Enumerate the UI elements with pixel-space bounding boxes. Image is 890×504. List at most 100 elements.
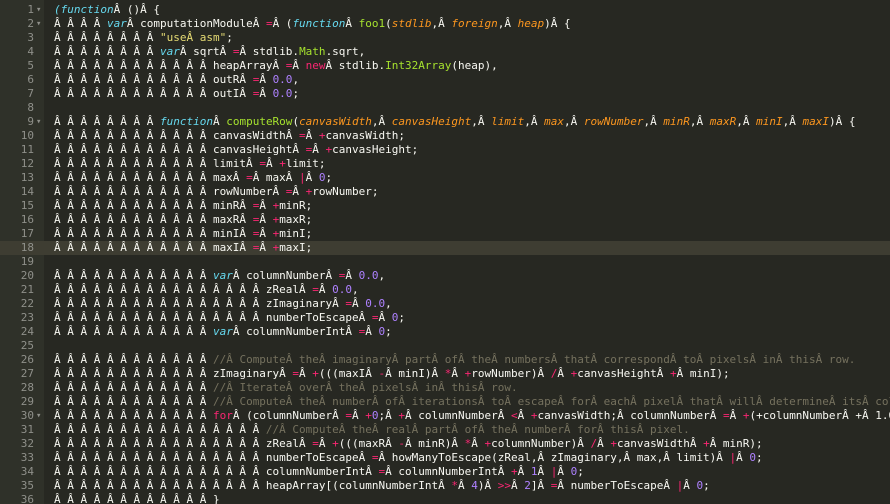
line-number: 8 (27, 101, 34, 114)
code-token: rowNumber; (312, 185, 379, 198)
code-token: var (159, 45, 180, 58)
line-code: Â Â Â Â Â Â Â Â Â Â Â Â } (54, 493, 220, 504)
code-line[interactable]: 25 (0, 339, 890, 353)
code-token: Â Â Â Â Â Â Â Â Â Â Â Â } (54, 493, 220, 504)
code-token: Â (597, 437, 611, 450)
code-token: (function (54, 3, 114, 16)
code-token: * (451, 479, 458, 492)
code-token: Â (305, 171, 319, 184)
code-line[interactable]: 22 Â Â Â Â Â Â Â Â Â Â Â Â Â Â Â Â zImagi… (0, 297, 890, 311)
code-token: = (265, 17, 273, 30)
code-line[interactable]: 19 (0, 255, 890, 269)
code-token: minR; (279, 199, 313, 212)
code-line[interactable]: 32 Â Â Â Â Â Â Â Â Â Â Â Â Â Â Â Â zRealÂ… (0, 437, 890, 451)
code-line[interactable]: 31 Â Â Â Â Â Â Â Â Â Â Â Â Â Â Â Â //Â Co… (0, 423, 890, 437)
code-token: Â (299, 367, 313, 380)
code-line[interactable]: 20 Â Â Â Â Â Â Â Â Â Â Â Â varÂ columnNum… (0, 269, 890, 283)
code-token: ,Â (689, 115, 710, 128)
code-token: Â Â Â Â Â Â Â Â (54, 115, 160, 128)
code-token: ; (577, 465, 584, 478)
code-token: Â Â Â Â Â Â Â Â Â Â Â Â outIÂ (54, 87, 253, 100)
fold-toggle-icon[interactable]: ▾ (36, 17, 44, 31)
code-token: | (299, 171, 306, 184)
line-number: 24 (20, 325, 34, 338)
code-line[interactable]: 16 Â Â Â Â Â Â Â Â Â Â Â Â maxRÂ =Â +maxR… (0, 213, 890, 227)
line-code: Â Â Â Â Â Â Â Â Â Â Â Â Â Â Â Â zRealÂ =… (54, 283, 359, 297)
code-token: + (669, 367, 677, 380)
code-line[interactable]: 8 (0, 101, 890, 115)
code-token: Â Â Â Â Â Â Â Â Â Â Â Â Â Â Â Â columnNu… (54, 465, 379, 478)
line-code: (functionÂ ()Â { (54, 3, 160, 17)
code-line[interactable]: 29 Â Â Â Â Â Â Â Â Â Â Â Â //Â ComputeÂ t… (0, 395, 890, 409)
line-number: 33 (20, 451, 34, 464)
code-token: = (246, 171, 253, 184)
code-line[interactable]: 11 Â Â Â Â Â Â Â Â Â Â Â Â canvasHeightÂ … (0, 143, 890, 157)
code-line[interactable]: 7 Â Â Â Â Â Â Â Â Â Â Â Â outIÂ =Â 0.0; (0, 87, 890, 101)
code-line[interactable]: 1 ▾ (functionÂ ()Â { (0, 3, 890, 17)
code-token: "useÂ asm" (159, 31, 227, 44)
code-token: ,Â (524, 115, 545, 128)
code-line[interactable]: 6 Â Â Â Â Â Â Â Â Â Â Â Â outRÂ =Â 0.0, (0, 73, 890, 87)
code-token: Â Â Â Â Â Â Â Â Â Â Â Â heapArrayÂ (54, 59, 286, 72)
line-number: 29 (20, 395, 34, 408)
line-code: Â Â Â Â Â Â Â Â Â Â Â Â zImaginaryÂ =Â +… (54, 367, 730, 381)
code-line[interactable]: 34 Â Â Â Â Â Â Â Â Â Â Â Â Â Â Â Â column… (0, 465, 890, 479)
code-line[interactable]: 13 Â Â Â Â Â Â Â Â Â Â Â Â maxÂ =Â maxÂ |… (0, 171, 890, 185)
code-token: minR (663, 115, 690, 128)
line-code: Â Â Â Â Â Â Â Â Â Â Â Â limitÂ =Â +limit… (54, 157, 326, 171)
line-code: Â Â Â Â Â Â Â Â "useÂ asm"; (54, 31, 233, 45)
line-number: 11 (20, 143, 34, 156)
fold-toggle-icon[interactable]: ▾ (36, 3, 44, 17)
code-line[interactable]: 18 Â Â Â Â Â Â Â Â Â Â Â Â maxIÂ =Â +maxI… (0, 241, 890, 255)
code-line[interactable]: 21 Â Â Â Â Â Â Â Â Â Â Â Â Â Â Â Â zRealÂ… (0, 283, 890, 297)
code-line[interactable]: 2 ▾ Â Â Â Â varÂ computationModuleÂ =Â (fu… (0, 17, 890, 31)
code-token: Â (557, 367, 571, 380)
code-token: >> (497, 479, 511, 492)
code-line[interactable]: 24 Â Â Â Â Â Â Â Â Â Â Â Â varÂ columnNum… (0, 325, 890, 339)
code-token: Â (312, 143, 326, 156)
code-line[interactable]: 14 Â Â Â Â Â Â Â Â Â Â Â Â rowNumberÂ =Â … (0, 185, 890, 199)
code-token: Â Â Â Â Â Â Â Â Â Â Â Â (54, 325, 213, 338)
code-token: new (305, 59, 326, 72)
code-token: maxI; (279, 241, 313, 254)
code-line[interactable]: 28 Â Â Â Â Â Â Â Â Â Â Â Â //Â IterateÂ o… (0, 381, 890, 395)
fold-toggle-icon[interactable]: ▾ (36, 115, 44, 129)
code-line[interactable]: 36 Â Â Â Â Â Â Â Â Â Â Â Â } (0, 493, 890, 504)
code-token: Â Â Â Â Â Â Â Â Â Â Â Â outRÂ (54, 73, 253, 86)
code-token: = (259, 157, 266, 170)
code-token: Â Â Â Â Â Â Â Â Â Â Â Â Â Â Â Â zRealÂ (54, 437, 313, 450)
code-token: Â (259, 73, 273, 86)
code-token: = (371, 451, 379, 464)
code-line[interactable]: 23 Â Â Â Â Â Â Â Â Â Â Â Â Â Â Â Â number… (0, 311, 890, 325)
code-line[interactable]: 30 ▾ Â Â Â Â Â Â Â Â Â Â Â Â forÂ (columnN… (0, 409, 890, 423)
code-token: Â Â Â Â Â Â Â Â Â Â Â Â canvasWidthÂ (54, 129, 300, 142)
line-number: 7 (27, 87, 34, 100)
line-code: Â Â Â Â Â Â Â Â Â Â Â Â Â Â Â Â numberTo… (54, 451, 763, 465)
code-line[interactable]: 17 Â Â Â Â Â Â Â Â Â Â Â Â minIÂ =Â +minI… (0, 227, 890, 241)
code-line[interactable]: 3 Â Â Â Â Â Â Â Â "useÂ asm"; (0, 31, 890, 45)
code-line[interactable]: 27 Â Â Â Â Â Â Â Â Â Â Â Â zImaginaryÂ =Â… (0, 367, 890, 381)
fold-toggle-icon[interactable]: ▾ (36, 409, 44, 423)
code-token: (((maxIÂ (318, 367, 379, 380)
code-line[interactable]: 15 Â Â Â Â Â Â Â Â Â Â Â Â minRÂ =Â +minR… (0, 199, 890, 213)
code-token: canvasWidth (299, 115, 372, 128)
code-token: Â Â Â Â Â Â Â Â Â Â Â Â (54, 381, 213, 394)
code-line[interactable]: 12 Â Â Â Â Â Â Â Â Â Â Â Â limitÂ =Â +lim… (0, 157, 890, 171)
code-token: )Â { (829, 115, 856, 128)
code-token: foreign (451, 17, 498, 30)
code-line[interactable]: 5 Â Â Â Â Â Â Â Â Â Â Â Â heapArrayÂ =Â n… (0, 59, 890, 73)
line-number: 1 (27, 3, 34, 16)
code-token: limit; (285, 157, 326, 170)
line-number: 36 (20, 493, 34, 504)
code-line[interactable]: 35 Â Â Â Â Â Â Â Â Â Â Â Â Â Â Â Â heapAr… (0, 479, 890, 493)
line-code: Â Â Â Â Â Â Â Â Â Â Â Â outRÂ =Â 0.0, (54, 73, 299, 87)
code-token: ; (398, 311, 406, 324)
code-line[interactable]: 10 Â Â Â Â Â Â Â Â Â Â Â Â canvasWidthÂ =… (0, 129, 890, 143)
code-token: ; (385, 325, 392, 338)
code-token: Â sqrtÂ (179, 45, 233, 58)
code-line[interactable]: 33 Â Â Â Â Â Â Â Â Â Â Â Â Â Â Â Â number… (0, 451, 890, 465)
code-editor[interactable]: 1 ▾ (functionÂ ()Â {2 ▾ Â Â Â Â varÂ computa… (0, 0, 890, 504)
code-line[interactable]: 4 Â Â Â Â Â Â Â Â varÂ sqrtÂ =Â stdlib.Ma… (0, 45, 890, 59)
code-line[interactable]: 9 ▾ Â Â Â Â Â Â Â Â functionÂ computeRow(c… (0, 115, 890, 129)
code-line[interactable]: 26 Â Â Â Â Â Â Â Â Â Â Â Â //Â ComputeÂ t… (0, 353, 890, 367)
